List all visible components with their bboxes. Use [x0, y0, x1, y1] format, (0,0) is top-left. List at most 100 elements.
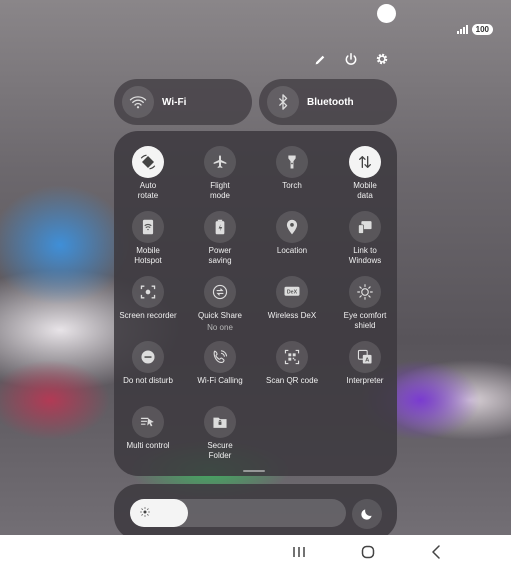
airplane-icon: [204, 146, 236, 178]
tile-label-line2: saving: [208, 256, 232, 265]
tile-airplane[interactable]: Flight mode: [184, 146, 256, 201]
wifi-label: Wi-Fi: [162, 96, 187, 108]
tile-wifi-calling[interactable]: Wi-Fi Calling: [184, 341, 256, 386]
bluetooth-toggle[interactable]: Bluetooth: [259, 79, 397, 125]
tile-label-line1: Scan QR code: [265, 376, 319, 385]
power-saving-icon: [204, 211, 236, 243]
status-bar: 100: [456, 24, 493, 35]
tile-label-line1: Power: [208, 246, 232, 255]
tile-status: No one: [207, 323, 233, 332]
tile-qr-code[interactable]: Scan QR code: [256, 341, 328, 386]
wifi-icon: [122, 86, 154, 118]
tile-label-line2: shield: [354, 321, 376, 330]
tile-label: Quick Share: [184, 311, 256, 321]
recents-icon[interactable]: [289, 544, 309, 560]
tile-label-line2: data: [357, 191, 373, 200]
tile-label: Scan QR code: [256, 376, 328, 386]
tile-label-line1: Secure: [207, 441, 233, 450]
battery-badge: 100: [471, 24, 493, 35]
tile-torch[interactable]: Torch: [256, 146, 328, 191]
tile-label: Secure Folder: [184, 441, 256, 461]
svg-text:DeX: DeX: [287, 290, 298, 296]
tile-label: Wireless DeX: [256, 311, 328, 321]
tile-location[interactable]: Location: [256, 211, 328, 256]
tile-label-line1: Auto: [139, 181, 157, 190]
bluetooth-icon: [267, 86, 299, 118]
screen-recorder-icon: [132, 276, 164, 308]
tile-label: Eye comfort shield: [329, 311, 401, 331]
tile-mobile-data[interactable]: Mobile data: [329, 146, 401, 201]
tile-label: Mobile data: [329, 181, 401, 201]
tile-label-line1: Wireless DeX: [267, 311, 317, 320]
tile-label-line1: Mobile: [136, 246, 160, 255]
home-icon[interactable]: [358, 544, 378, 560]
tile-label-line1: Link to: [353, 246, 377, 255]
dex-icon: DeX: [276, 276, 308, 308]
tile-label-line1: Do not disturb: [123, 376, 173, 385]
tile-label: Wi-Fi Calling: [184, 376, 256, 386]
settings-icon[interactable]: [373, 50, 391, 68]
tile-label: Multi control: [112, 441, 184, 451]
mobile-data-icon: [349, 146, 381, 178]
tile-power-saving[interactable]: Power saving: [184, 211, 256, 266]
tile-label: Flight mode: [184, 181, 256, 201]
camera-cutout: [377, 4, 396, 23]
tile-interpreter[interactable]: A Interpreter: [329, 341, 401, 386]
tile-label-line2: mode: [209, 191, 230, 200]
edit-icon[interactable]: [311, 50, 329, 68]
tile-label-line1: Quick Share: [197, 311, 243, 320]
tile-label: Torch: [256, 181, 328, 191]
header-actions: [311, 50, 391, 68]
tile-label: Auto rotate: [112, 181, 184, 201]
tile-multi-control[interactable]: Multi control: [112, 406, 184, 451]
power-icon[interactable]: [342, 50, 360, 68]
tile-label-line1: Torch: [282, 181, 302, 190]
panel-drag-handle[interactable]: [243, 470, 265, 472]
tile-label-line2: rotate: [137, 191, 159, 200]
wifi-calling-icon: [204, 341, 236, 373]
back-icon[interactable]: [426, 544, 446, 560]
tile-eye-comfort[interactable]: Eye comfort shield: [329, 276, 401, 331]
tile-link-to-windows[interactable]: Link to Windows: [329, 211, 401, 266]
tile-label-line1: Flight: [210, 181, 230, 190]
bluetooth-label: Bluetooth: [307, 96, 354, 108]
quick-settings-panel: Auto rotate Flight mode Torch Mobile data Mobil…: [114, 131, 397, 476]
moon-icon[interactable]: [352, 499, 382, 529]
tile-label: Power saving: [184, 246, 256, 266]
hotspot-icon: [132, 211, 164, 243]
tile-quick-share[interactable]: Quick Share No one: [184, 276, 256, 333]
link-to-windows-icon: [349, 211, 381, 243]
brightness-panel: [114, 484, 397, 540]
tile-secure-folder[interactable]: Secure Folder: [184, 406, 256, 461]
tile-auto-rotate[interactable]: Auto rotate: [112, 146, 184, 201]
tile-label-line1: Multi control: [126, 441, 170, 450]
signal-icon: [456, 25, 468, 34]
tile-label: Screen recorder: [112, 311, 184, 321]
tile-label-line2: Folder: [208, 451, 232, 460]
tile-do-not-disturb[interactable]: Do not disturb: [112, 341, 184, 386]
tile-label-line2: Windows: [348, 256, 382, 265]
secure-folder-icon: [204, 406, 236, 438]
brightness-thumb[interactable]: [130, 499, 188, 527]
qr-code-icon: [276, 341, 308, 373]
do-not-disturb-icon: [132, 341, 164, 373]
wifi-toggle[interactable]: Wi-Fi: [114, 79, 252, 125]
tile-dex[interactable]: DeX Wireless DeX: [256, 276, 328, 321]
location-icon: [276, 211, 308, 243]
auto-rotate-icon: [132, 146, 164, 178]
tile-label: Location: [256, 246, 328, 256]
tile-hotspot[interactable]: Mobile Hotspot: [112, 211, 184, 266]
torch-icon: [276, 146, 308, 178]
tile-label: Mobile Hotspot: [112, 246, 184, 266]
tile-label-line1: Interpreter: [346, 376, 384, 385]
tile-screen-recorder[interactable]: Screen recorder: [112, 276, 184, 321]
quick-share-icon: [204, 276, 236, 308]
tile-label-line1: Eye comfort: [343, 311, 387, 320]
tile-label-line1: Mobile: [353, 181, 377, 190]
eye-comfort-icon: [349, 276, 381, 308]
interpreter-icon: A: [349, 341, 381, 373]
sun-icon: [140, 504, 150, 522]
brightness-slider[interactable]: [130, 499, 346, 527]
tile-label-line2: Hotspot: [134, 256, 162, 265]
multi-control-icon: [132, 406, 164, 438]
